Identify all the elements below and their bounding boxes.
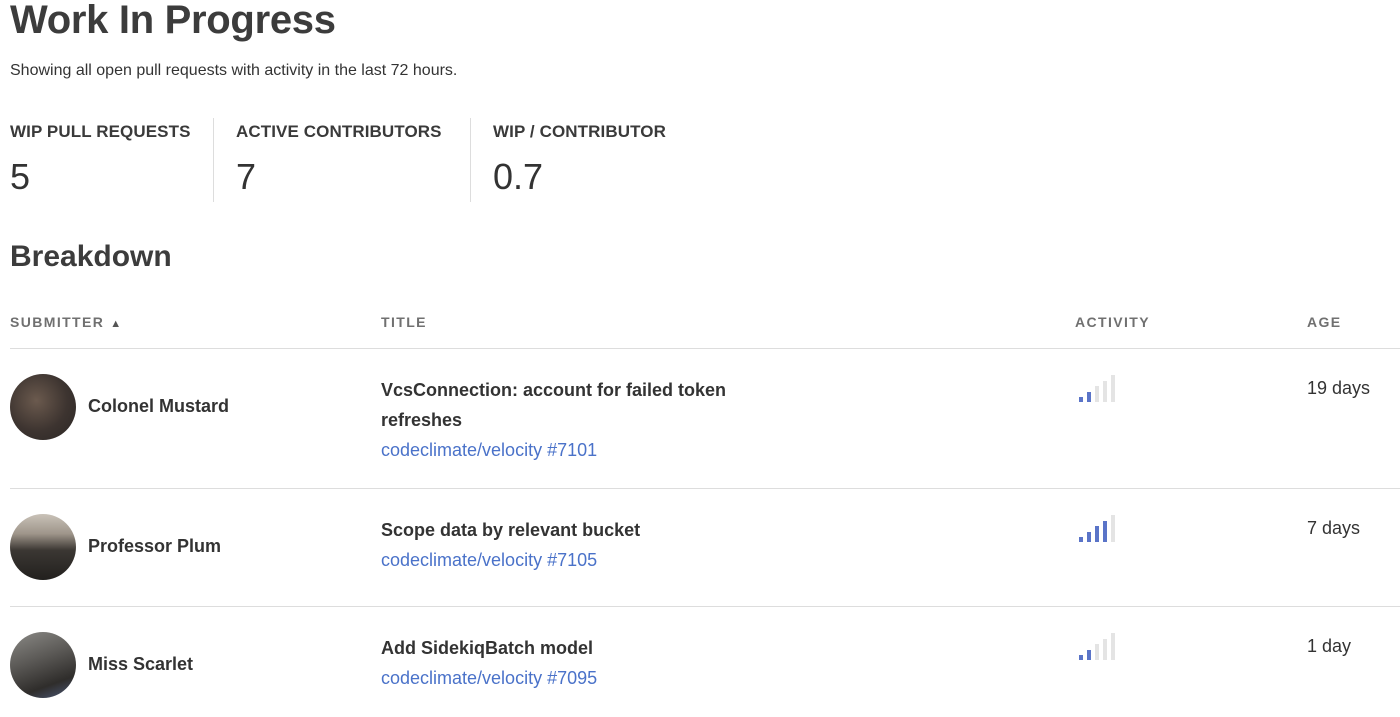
pull-request-title: Scope data by relevant bucket [381, 520, 641, 540]
pull-request-link[interactable]: codeclimate/velocity #7101 [381, 435, 597, 465]
avatar [10, 514, 76, 580]
stat-label: ACTIVE CONTRIBUTORS [236, 122, 442, 141]
avatar [10, 374, 76, 440]
pull-request-link[interactable]: codeclimate/velocity #7105 [381, 545, 597, 575]
breakdown-table-body: Colonel Mustard VcsConnection: account f… [10, 349, 1400, 717]
column-header-activity: ACTIVITY [1075, 314, 1150, 330]
activity-bar [1111, 633, 1115, 660]
activity-bar [1079, 537, 1083, 542]
column-header-title: TITLE [381, 314, 427, 330]
stat-value: 7 [236, 156, 257, 197]
activity-bar [1087, 531, 1091, 542]
pull-request-title: Add SidekiqBatch model [381, 638, 594, 658]
column-header-age: AGE [1307, 314, 1342, 330]
activity-bar [1111, 375, 1115, 402]
pull-request-cell: VcsConnection: account for failed token … [381, 375, 781, 465]
page-title: Work In Progress [10, 0, 336, 42]
stats-summary: WIP PULL REQUESTS 5 ACTIVE CONTRIBUTORS … [10, 118, 720, 202]
activity-bar [1095, 386, 1099, 402]
caret-up-icon: ▲ [110, 318, 122, 330]
activity-bar [1087, 391, 1091, 402]
submitter-name: Miss Scarlet [88, 654, 194, 674]
submitter-name: Colonel Mustard [88, 396, 230, 416]
breakdown-table-header: SUBMITTER ▲ TITLE ACTIVITY AGE [10, 314, 1400, 349]
avatar [10, 632, 76, 698]
pull-request-link[interactable]: codeclimate/velocity #7095 [381, 663, 597, 693]
table-row: Miss Scarlet Add SidekiqBatch model code… [10, 607, 1400, 717]
column-header-label: SUBMITTER [10, 314, 105, 330]
pull-request-title: VcsConnection: account for failed token … [381, 380, 727, 430]
activity-bar [1079, 397, 1083, 402]
breakdown-title: Breakdown [10, 240, 172, 273]
activity-bar [1103, 520, 1107, 542]
stat-value: 5 [10, 156, 31, 197]
activity-bar [1095, 644, 1099, 660]
activity-indicator [1079, 632, 1127, 660]
stat-label: WIP / CONTRIBUTOR [493, 122, 666, 141]
activity-bar [1087, 649, 1091, 660]
activity-bar [1095, 526, 1099, 542]
stat-wip-pull-requests: WIP PULL REQUESTS 5 [10, 118, 213, 202]
pull-request-age: 7 days [1307, 518, 1361, 538]
activity-bar [1111, 515, 1115, 542]
pull-request-age: 1 day [1307, 636, 1352, 656]
activity-bar [1103, 380, 1107, 402]
activity-indicator [1079, 374, 1127, 402]
page-subtitle: Showing all open pull requests with acti… [10, 62, 458, 79]
pull-request-cell: Scope data by relevant bucket codeclimat… [381, 515, 781, 575]
column-header-submitter[interactable]: SUBMITTER ▲ [10, 314, 121, 330]
stat-active-contributors: ACTIVE CONTRIBUTORS 7 [213, 118, 470, 202]
pull-request-age: 19 days [1307, 378, 1371, 398]
table-row: Colonel Mustard VcsConnection: account f… [10, 349, 1400, 489]
activity-bar [1103, 638, 1107, 660]
activity-bar [1079, 655, 1083, 660]
activity-indicator [1079, 514, 1127, 542]
pull-request-cell: Add SidekiqBatch model codeclimate/veloc… [381, 633, 781, 693]
stat-label: WIP PULL REQUESTS [10, 122, 191, 141]
submitter-name: Professor Plum [88, 536, 222, 556]
stat-value: 0.7 [493, 156, 544, 197]
stat-wip-per-contributor: WIP / CONTRIBUTOR 0.7 [470, 118, 720, 202]
table-row: Professor Plum Scope data by relevant bu… [10, 489, 1400, 607]
